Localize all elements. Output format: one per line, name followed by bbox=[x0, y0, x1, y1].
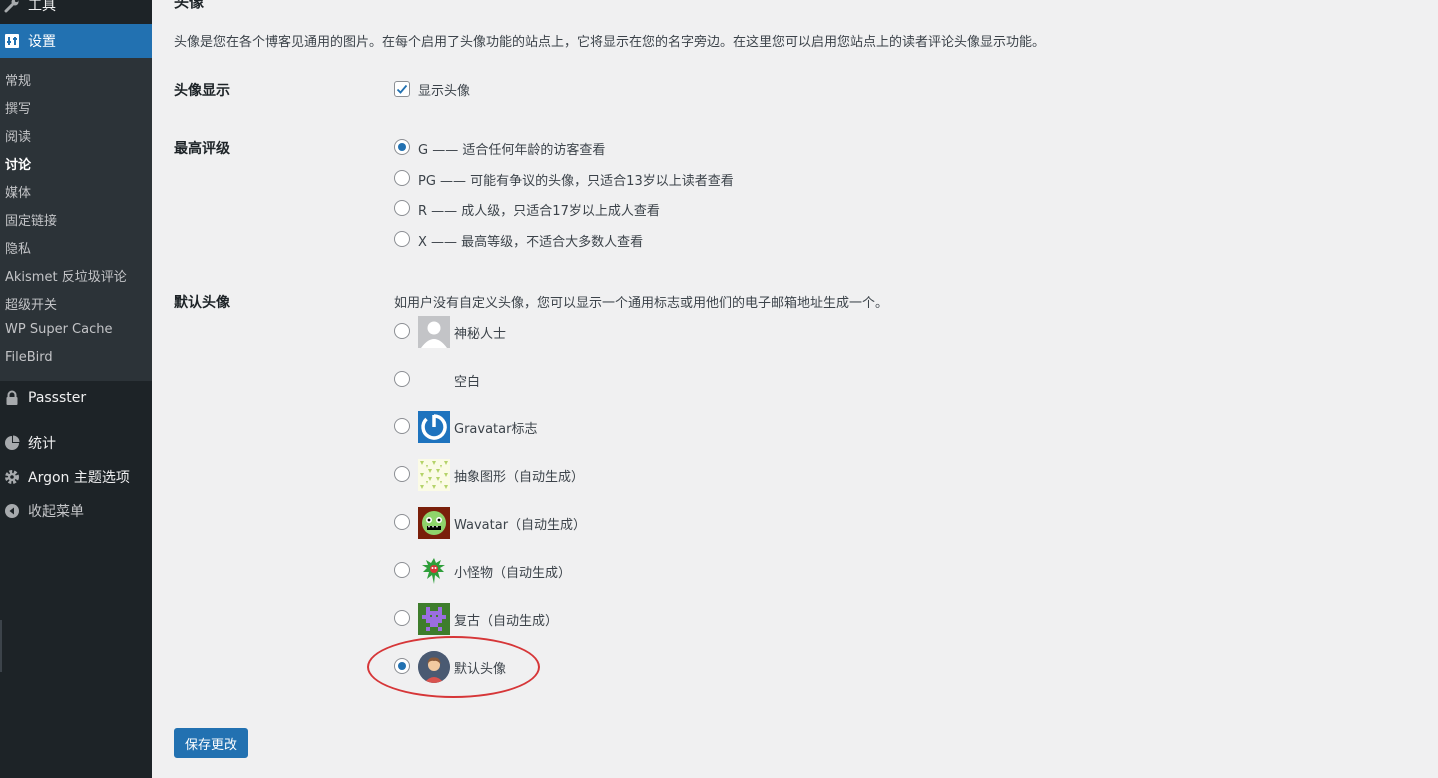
rating-r-radio[interactable] bbox=[394, 200, 410, 216]
avatar-mystery-radio[interactable] bbox=[394, 323, 410, 339]
menu-item-settings[interactable]: 设置 bbox=[0, 24, 152, 58]
submenu-item-wp-super-cache[interactable]: WP Super Cache bbox=[5, 322, 112, 337]
avatar-identicon-radio[interactable] bbox=[394, 466, 410, 482]
show-avatars-checkbox[interactable] bbox=[394, 81, 410, 97]
show-avatars-label[interactable]: 显示头像 bbox=[418, 80, 470, 99]
menu-label-stats: 统计 bbox=[28, 436, 56, 452]
gravatar-logo-icon bbox=[418, 411, 450, 443]
submenu-item-general[interactable]: 常规 bbox=[5, 70, 31, 89]
avatar-blank-radio[interactable] bbox=[394, 371, 410, 387]
menu-item-stats[interactable]: 统计 bbox=[0, 429, 152, 457]
menu-label-settings: 设置 bbox=[28, 34, 56, 50]
rating-g-label[interactable]: G —— 适合任何年龄的访客查看 bbox=[418, 139, 605, 158]
mystery-person-avatar-icon bbox=[418, 316, 450, 348]
max-rating-label: 最高评级 bbox=[174, 141, 230, 157]
rating-pg-radio[interactable] bbox=[394, 170, 410, 186]
wrench-icon bbox=[3, 0, 21, 14]
pie-chart-icon bbox=[3, 434, 21, 452]
menu-item-tools[interactable]: 工具 bbox=[0, 0, 152, 19]
avatar-mystery-label[interactable]: 神秘人士 bbox=[454, 323, 506, 342]
submenu-item-privacy[interactable]: 隐私 bbox=[5, 238, 31, 257]
avatar-wavatar-label[interactable]: Wavatar（自动生成） bbox=[454, 514, 586, 533]
wavatar-icon bbox=[418, 507, 450, 539]
identicon-icon bbox=[418, 459, 450, 491]
lock-icon bbox=[3, 389, 21, 407]
monsterid-icon bbox=[418, 555, 450, 587]
menu-label-passster: Passster bbox=[28, 390, 87, 406]
menu-item-argon-options[interactable]: Argon 主题选项 bbox=[0, 463, 152, 491]
gear-icon bbox=[3, 468, 21, 486]
avatar-retro-radio[interactable] bbox=[394, 610, 410, 626]
submenu-item-discussion[interactable]: 讨论 bbox=[5, 154, 31, 173]
default-avatar-label: 默认头像 bbox=[174, 295, 230, 311]
submenu-item-media[interactable]: 媒体 bbox=[5, 182, 31, 201]
rating-x-radio[interactable] bbox=[394, 231, 410, 247]
avatar-wavatar-radio[interactable] bbox=[394, 514, 410, 530]
menu-label-argon-options: Argon 主题选项 bbox=[28, 470, 130, 486]
rating-x-label[interactable]: X —— 最高等级，不适合大多数人查看 bbox=[418, 231, 643, 250]
rating-g-radio[interactable] bbox=[394, 139, 410, 155]
settings-content: 头像 头像是您在各个博客见通用的图片。在每个启用了头像功能的站点上，它将显示在您… bbox=[152, 0, 1438, 778]
avatar-monsterid-radio[interactable] bbox=[394, 562, 410, 578]
save-changes-button[interactable]: 保存更改 bbox=[174, 728, 248, 758]
rating-r-label[interactable]: R —— 成人级，只适合17岁以上成人查看 bbox=[418, 200, 660, 219]
menu-label-collapse: 收起菜单 bbox=[28, 504, 84, 520]
rating-pg-label[interactable]: PG —— 可能有争议的头像，只适合13岁以上读者查看 bbox=[418, 170, 734, 189]
blank-avatar-icon bbox=[418, 364, 450, 396]
menu-item-passster[interactable]: Passster bbox=[0, 384, 152, 412]
default-avatar-description: 如用户没有自定义头像，您可以显示一个通用标志或用他们的电子邮箱地址生成一个。 bbox=[394, 296, 889, 311]
submenu-item-filebird[interactable]: FileBird bbox=[5, 350, 53, 365]
collapse-arrow-icon bbox=[3, 502, 21, 520]
submenu-item-permalinks[interactable]: 固定链接 bbox=[5, 210, 57, 229]
avatar-gravatar-radio[interactable] bbox=[394, 418, 410, 434]
highlight-annotation-ellipse bbox=[367, 636, 540, 698]
submenu-item-super-switch[interactable]: 超级开关 bbox=[5, 294, 57, 313]
avatar-identicon-label[interactable]: 抽象图形（自动生成） bbox=[454, 466, 584, 485]
settings-icon bbox=[3, 32, 21, 50]
section-title: 头像 bbox=[174, 0, 205, 11]
retro-icon bbox=[418, 603, 450, 635]
submenu-item-akismet[interactable]: Akismet 反垃圾评论 bbox=[5, 266, 127, 285]
avatar-display-label: 头像显示 bbox=[174, 83, 230, 99]
avatar-blank-label[interactable]: 空白 bbox=[454, 371, 480, 390]
checkmark-icon bbox=[396, 84, 408, 94]
settings-submenu: 常规 撰写 阅读 讨论 媒体 固定链接 隐私 Akismet 反垃圾评论 超级开… bbox=[0, 58, 152, 381]
collapse-menu-button[interactable]: 收起菜单 bbox=[0, 497, 152, 525]
menu-label-tools: 工具 bbox=[28, 0, 56, 14]
avatar-monsterid-label[interactable]: 小怪物（自动生成） bbox=[454, 562, 571, 581]
avatar-gravatar-label[interactable]: Gravatar标志 bbox=[454, 418, 537, 437]
admin-sidebar: 工具 设置 常规 撰写 阅读 讨论 媒体 固定链接 隐私 Akismet 反垃圾… bbox=[0, 0, 152, 778]
submenu-item-reading[interactable]: 阅读 bbox=[5, 126, 31, 145]
submenu-item-writing[interactable]: 撰写 bbox=[5, 98, 31, 117]
sidebar-edge-marker bbox=[0, 620, 2, 672]
section-description: 头像是您在各个博客见通用的图片。在每个启用了头像功能的站点上，它将显示在您的名字… bbox=[174, 35, 1046, 50]
avatar-retro-label[interactable]: 复古（自动生成） bbox=[454, 610, 558, 629]
